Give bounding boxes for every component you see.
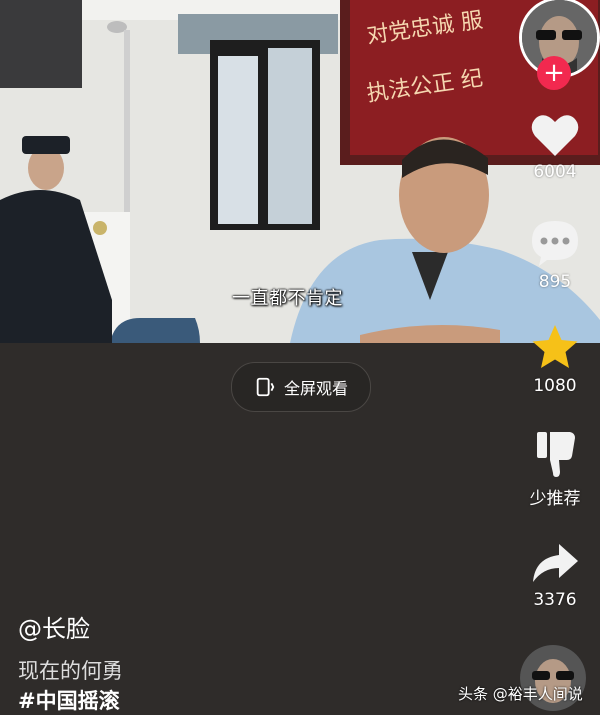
like-count: 6004 [533,162,577,182]
video-description: 现在的何勇 [18,659,123,683]
star-icon [532,325,578,368]
fullscreen-label: 全屏观看 [283,379,348,398]
thumbs-down-icon [537,432,575,477]
comment-button[interactable]: 895 [505,218,600,292]
share-count: 3376 [533,590,577,610]
less-recommend-button[interactable]: 少推荐 [505,428,600,509]
favorite-count: 1080 [533,376,577,396]
video-subtitle: 一直都不肯定 [232,288,343,309]
comment-icon [532,221,578,266]
favorite-button[interactable]: 1080 [505,322,600,396]
hashtag-link[interactable]: #中国摇滚 [18,685,120,715]
plus-icon: + [543,58,565,88]
fullscreen-icon [256,377,275,397]
share-button[interactable]: 3376 [505,540,600,610]
follow-button[interactable]: + [537,56,571,90]
share-icon [533,544,578,582]
like-button[interactable]: 6004 [505,112,600,182]
comment-count: 895 [538,272,572,292]
less-recommend-label: 少推荐 [529,489,581,509]
fullscreen-button[interactable]: 全屏观看 [231,362,371,412]
author-name[interactable]: @长脸 [18,609,90,644]
watermark: 头条 @裕丰人间说 [458,685,583,703]
heart-icon [531,115,579,156]
